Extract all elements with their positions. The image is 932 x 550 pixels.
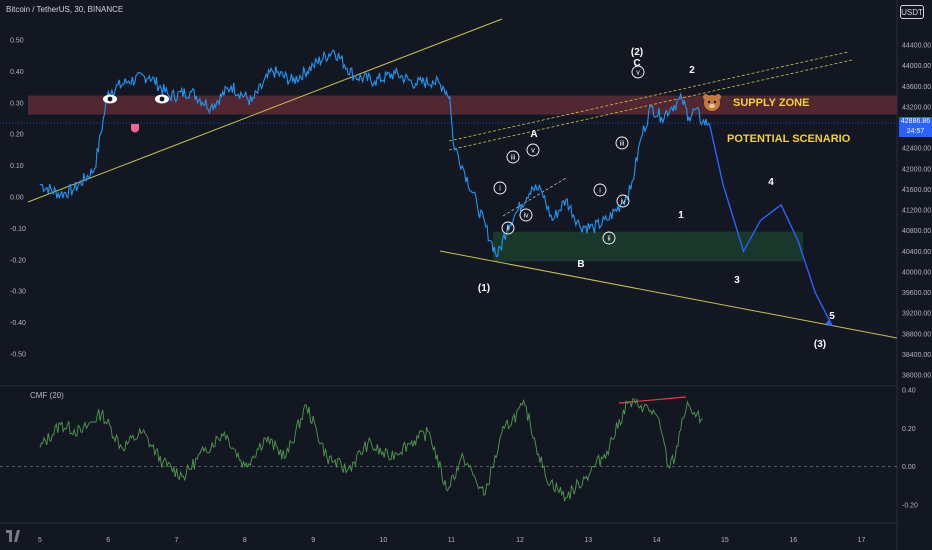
circled-wave-label: iii: [620, 141, 625, 148]
time-tick-label: 10: [380, 537, 388, 544]
wave-label: B: [577, 259, 584, 270]
left-tick-label: 0.30: [10, 100, 24, 107]
currency-button[interactable]: USDT: [900, 5, 924, 19]
tradingview-logo-icon[interactable]: [6, 530, 20, 542]
tongue-icon: [131, 124, 139, 133]
left-tick-label: 0.00: [10, 195, 24, 202]
bar-countdown: 24:57: [906, 128, 925, 135]
cmf-tick-label: 0.20: [902, 426, 916, 433]
eye-icon: [103, 94, 117, 104]
circled-wave-label: v: [636, 70, 640, 77]
time-tick-label: 6: [106, 537, 110, 544]
chart-background: [0, 0, 932, 550]
wave-label: A: [530, 129, 537, 140]
wave-label: 4: [768, 177, 774, 188]
price-tick-label: 40400.00: [902, 249, 931, 256]
time-tick-label: 15: [721, 537, 729, 544]
wave-label: 2: [689, 65, 695, 76]
left-tick-label: -0.50: [10, 352, 26, 359]
price-tick-label: 38800.00: [902, 331, 931, 338]
time-tick-label: 13: [584, 537, 592, 544]
time-tick-label: 14: [653, 537, 661, 544]
wave-label: (1): [478, 283, 490, 294]
time-tick-label: 11: [448, 537, 455, 544]
circled-wave-label: iv: [620, 199, 626, 206]
demand-zone-box: [493, 231, 803, 262]
potential-scenario-label: POTENTIAL SCENARIO: [727, 133, 851, 145]
price-tick-label: 39200.00: [902, 311, 931, 318]
last-price-value: 42886.86: [900, 118, 931, 125]
price-tick-label: 38000.00: [902, 373, 931, 380]
left-tick-label: -0.40: [10, 320, 26, 327]
price-tick-label: 41200.00: [902, 208, 931, 215]
time-tick-label: 12: [516, 537, 524, 544]
price-tick-label: 39600.00: [902, 290, 931, 297]
symbol-title: Bitcoin / TetherUS, 30, BINANCE: [6, 5, 124, 14]
price-tick-label: 43200.00: [902, 104, 931, 111]
price-tick-label: 44000.00: [902, 63, 931, 70]
left-tick-label: 0.40: [10, 69, 24, 76]
left-tick-label: -0.10: [10, 226, 26, 233]
left-tick-label: 0.10: [10, 163, 24, 170]
cmf-tick-label: 0.00: [902, 464, 916, 471]
time-tick-label: 17: [858, 537, 866, 544]
price-tick-label: 42400.00: [902, 146, 931, 153]
left-tick-label: 0.50: [10, 38, 24, 45]
cmf-indicator-label: CMF (20): [30, 391, 64, 400]
price-tick-label: 40800.00: [902, 228, 931, 235]
supply-zone-label: SUPPLY ZONE: [733, 97, 809, 109]
wave-label: 1: [678, 210, 684, 221]
time-tick-label: 7: [175, 537, 179, 544]
price-tick-label: 40000.00: [902, 269, 931, 276]
left-tick-label: -0.20: [10, 257, 26, 264]
cmf-tick-label: -0.20: [902, 503, 918, 510]
price-tick-label: 42000.00: [902, 166, 931, 173]
time-tick-label: 9: [311, 537, 315, 544]
circled-wave-label: iv: [523, 213, 529, 220]
time-tick-label: 5: [38, 537, 42, 544]
wave-label: (2): [631, 47, 643, 58]
price-tick-label: 38400.00: [902, 352, 931, 359]
circled-wave-label: ii: [607, 236, 611, 243]
left-tick-label: -0.30: [10, 289, 26, 296]
wave-label: 3: [734, 275, 740, 286]
left-tick-label: 0.20: [10, 132, 24, 139]
circled-wave-label: v: [531, 148, 535, 155]
circled-wave-label: ii: [506, 226, 510, 233]
cmf-tick-label: 0.40: [902, 388, 916, 395]
price-tick-label: 43600.00: [902, 84, 931, 91]
chart-canvas: 44400.0044000.0043600.0043200.0042800.00…: [0, 0, 932, 550]
time-tick-label: 16: [789, 537, 797, 544]
wave-label: 5: [829, 311, 835, 322]
price-tick-label: 41600.00: [902, 187, 931, 194]
last-price-badge: 42886.86 24:57: [899, 117, 932, 137]
time-tick-label: 8: [243, 537, 247, 544]
eye-icon: [155, 94, 169, 104]
price-tick-label: 44400.00: [902, 43, 931, 50]
wave-label: (3): [814, 339, 826, 350]
circled-wave-label: iii: [511, 155, 516, 162]
